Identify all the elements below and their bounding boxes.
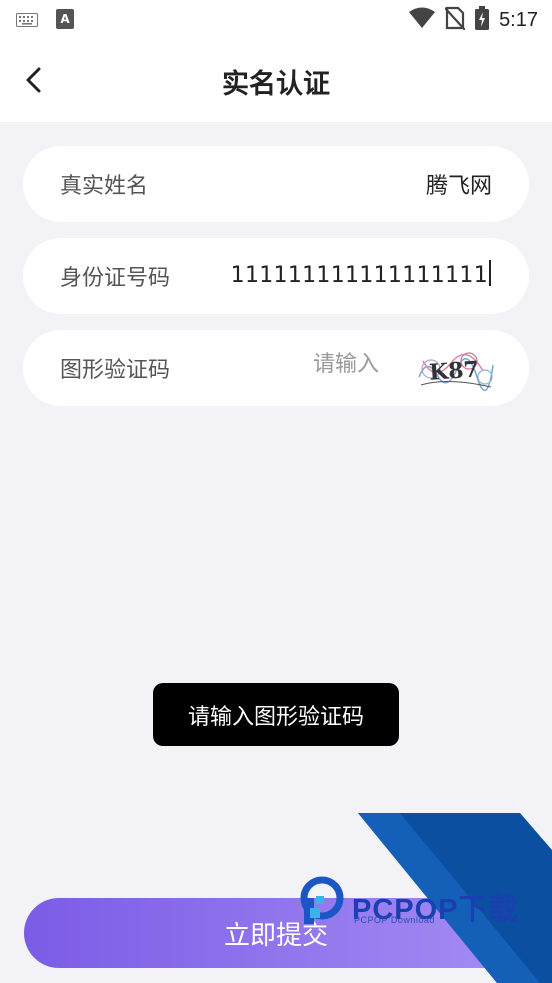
a-box-icon: A	[56, 9, 74, 33]
status-time: 5:17	[499, 8, 538, 31]
wifi-icon	[409, 7, 436, 33]
id-number-field[interactable]: 身份证号码 111111111111111111	[23, 238, 529, 314]
page-title: 实名认证	[222, 69, 330, 100]
name-field[interactable]: 真实姓名 腾飞网	[23, 146, 529, 222]
no-sim-icon	[444, 6, 466, 34]
app-bar: 实名认证	[0, 38, 552, 122]
keyboard-icon	[16, 12, 38, 31]
captcha-input[interactable]	[313, 352, 393, 377]
watermark-logo-icon	[298, 876, 348, 940]
toast-message: 请输入图形验证码	[153, 683, 399, 746]
name-label: 真实姓名	[60, 174, 149, 199]
captcha-label: 图形验证码	[60, 358, 171, 383]
text-cursor	[489, 260, 491, 286]
watermark-sub: PCPOP Download	[354, 915, 435, 925]
name-value[interactable]: 腾飞网	[426, 168, 492, 200]
status-bar: A 5:17	[0, 0, 552, 38]
svg-text:A: A	[60, 12, 70, 26]
id-number-label: 身份证号码	[60, 266, 171, 291]
id-number-text: 111111111111111111	[230, 263, 488, 288]
battery-charging-icon	[475, 6, 490, 34]
id-number-value[interactable]: 111111111111111111	[231, 260, 491, 288]
captcha-field[interactable]: 图形验证码 K87	[23, 330, 529, 406]
captcha-image[interactable]: K87	[417, 347, 495, 392]
